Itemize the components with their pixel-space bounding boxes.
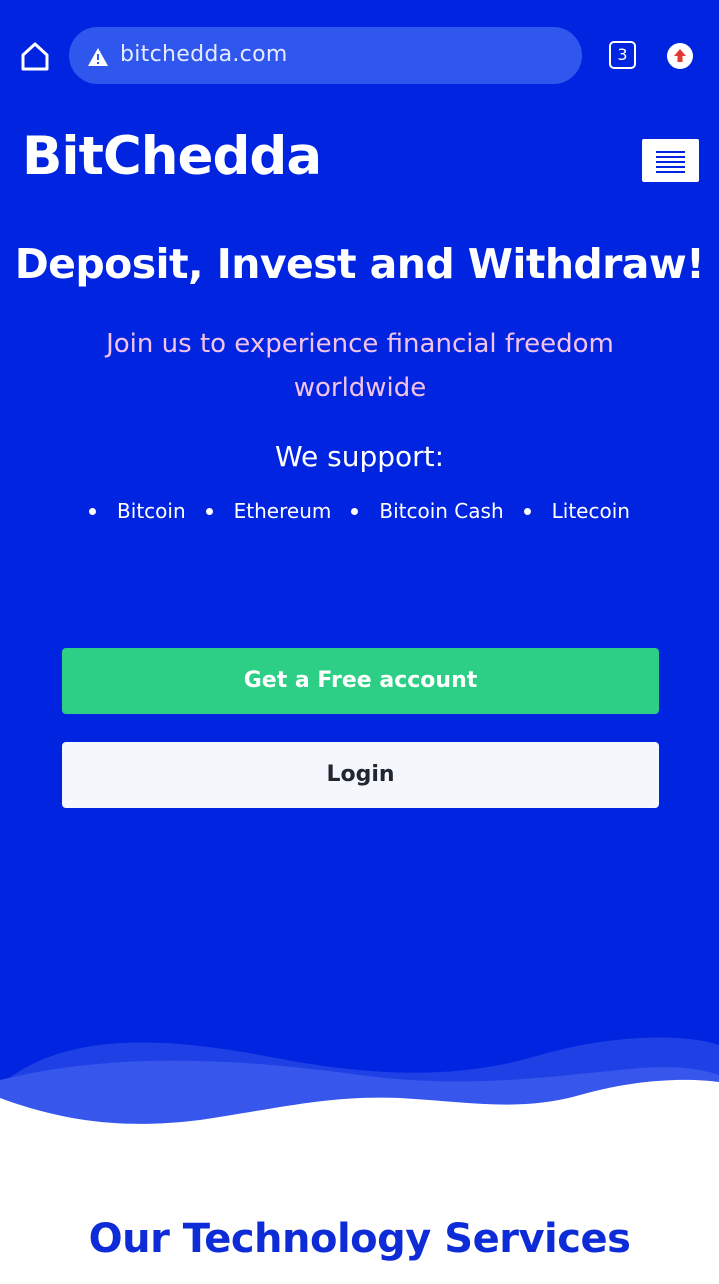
browser-toolbar: bitchedda.com 3 — [0, 0, 719, 96]
update-arrow-icon — [674, 49, 686, 62]
bullet-icon — [89, 507, 97, 515]
update-button[interactable] — [667, 43, 693, 69]
home-button[interactable] — [14, 38, 56, 76]
coin-item: Ethereum — [205, 499, 332, 523]
url-text: bitchedda.com — [120, 42, 288, 67]
coin-label: Litecoin — [551, 499, 630, 523]
coin-item: Bitcoin — [89, 499, 186, 523]
tabs-button[interactable]: 3 — [609, 41, 636, 69]
supported-coins-list: Bitcoin Ethereum Bitcoin Cash Litecoin — [0, 499, 719, 523]
coin-label: Bitcoin Cash — [379, 499, 504, 523]
site-logo[interactable]: BitChedda — [22, 126, 322, 187]
coin-item: Litecoin — [523, 499, 630, 523]
warning-triangle-icon — [88, 48, 108, 66]
hero-title: Deposit, Invest and Withdraw! — [14, 240, 705, 288]
tab-count: 3 — [617, 45, 628, 64]
coin-label: Ethereum — [233, 499, 332, 523]
address-bar[interactable]: bitchedda.com — [69, 27, 582, 84]
login-button[interactable]: Login — [62, 742, 659, 808]
coin-label: Bitcoin — [117, 499, 186, 523]
bullet-icon — [205, 507, 213, 515]
section-title-services: Our Technology Services — [88, 1216, 631, 1262]
bullet-icon — [351, 507, 359, 515]
get-free-account-button[interactable]: Get a Free account — [62, 648, 659, 714]
menu-toggle-button[interactable] — [642, 139, 699, 182]
hero-subtitle: Join us to experience financial freedom … — [106, 329, 614, 403]
bullet-icon — [523, 507, 531, 515]
home-icon — [21, 42, 49, 71]
support-label: We support: — [274, 440, 445, 473]
coin-item: Bitcoin Cash — [351, 499, 504, 523]
